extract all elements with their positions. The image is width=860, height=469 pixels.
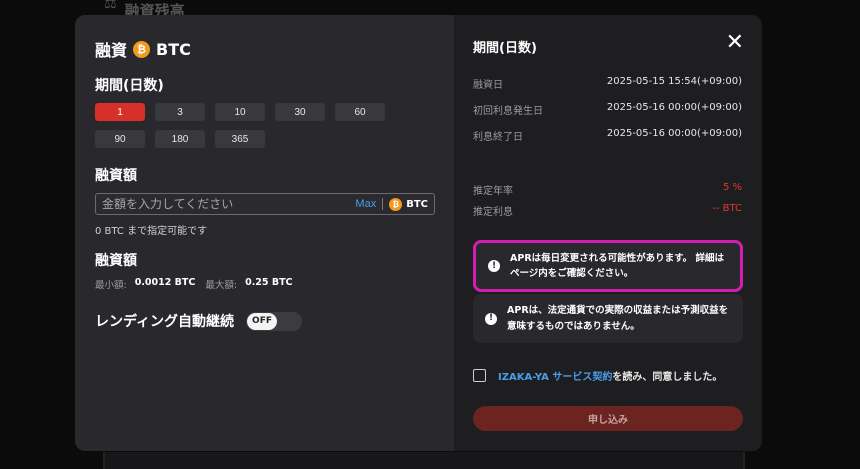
- auto-renew-row: レンディング自動継続 OFF: [95, 311, 434, 331]
- period-option-3[interactable]: 3: [155, 103, 205, 121]
- agreement-suffix: を読み、同意しました。: [612, 372, 723, 383]
- max-amount-label: 最大額:: [205, 280, 238, 291]
- first-interest-value: 2025-05-16 00:00(+09:00): [606, 102, 742, 113]
- apr-disclaimer-notice: ! APRは、法定通貨での実際の収益または予測収益を意味するものではありません。: [473, 294, 743, 343]
- interest-end-row: 利息終了日 2025-05-16 00:00(+09:00): [473, 128, 742, 143]
- apr-value: 5 %: [722, 182, 742, 193]
- close-icon[interactable]: ✕: [726, 32, 744, 54]
- interest-value: -- BTC: [712, 203, 742, 214]
- apr-disclaimer-text: APRは、法定通貨での実際の収益または予測収益を意味するものではありません。: [507, 305, 729, 332]
- unit-display: ₿ BTC: [389, 197, 428, 211]
- lending-modal: 融資 ₿ BTC 期間(日数) 13 10 30 60 90 180 365 融資額 Max…: [75, 15, 762, 451]
- service-agreement-link[interactable]: IZAKA-YA サービス契約: [498, 372, 612, 383]
- first-interest-row: 初回利息発生日 2025-05-16 00:00(+09:00): [473, 102, 742, 117]
- scale-icon: ⚖: [104, 0, 117, 12]
- apr-change-notice: ! APRは毎日変更される可能性があります。 詳細はページ内をご確認ください。: [473, 240, 743, 292]
- summary-title: 期間(日数): [473, 41, 537, 56]
- alert-icon: !: [488, 260, 500, 272]
- available-amount-text: 0 BTC まで指定可能です: [95, 226, 208, 237]
- max-amount-value: 0.25 BTC: [245, 277, 293, 288]
- loan-date-row: 融資日 2025-05-15 15:54(+09:00): [473, 76, 742, 91]
- period-option-10[interactable]: 10: [215, 103, 265, 121]
- interest-row: 推定利息 -- BTC: [473, 203, 742, 218]
- auto-renew-toggle[interactable]: OFF: [246, 311, 303, 331]
- bitcoin-icon: ₿: [133, 40, 151, 58]
- first-interest-label: 初回利息発生日: [473, 106, 543, 117]
- toggle-state: OFF: [247, 312, 278, 330]
- unit-label: BTC: [406, 198, 428, 210]
- min-amount-label: 最小額:: [95, 280, 127, 291]
- modal-title-text: 融資: [95, 41, 128, 60]
- modal-title: 融資 ₿ BTC: [95, 37, 434, 61]
- period-option-30[interactable]: 30: [275, 103, 325, 121]
- period-option-90[interactable]: 90: [95, 130, 145, 148]
- limits-label: 融資額: [95, 253, 137, 269]
- loan-date-label: 融資日: [473, 80, 503, 91]
- period-options: 1 3 10 30 60 90 180 365: [95, 103, 434, 148]
- period-option-180[interactable]: 180: [155, 130, 205, 148]
- background-title-text: 融資残高: [124, 2, 185, 16]
- amount-field: Max ₿ BTC: [95, 193, 435, 215]
- apr-row: 推定年率 5 %: [473, 182, 742, 197]
- interest-label: 推定利息: [473, 207, 513, 218]
- agreement-checkbox[interactable]: [473, 369, 486, 382]
- amount-limits: 最小額: 0.0012 BTC 最大額: 0.25 BTC: [95, 277, 434, 291]
- apr-change-notice-text: APRは毎日変更される可能性があります。 詳細はページ内をご確認ください。: [510, 252, 724, 279]
- apr-label: 推定年率: [473, 186, 513, 197]
- agreement-text: IZAKA-YA サービス契約を読み、同意しました。: [498, 368, 722, 383]
- divider: [382, 198, 384, 210]
- auto-renew-label: レンディング自動継続: [95, 314, 235, 330]
- alert-icon: !: [485, 312, 497, 325]
- modal-title-currency: BTC: [156, 39, 191, 59]
- loan-date-value: 2025-05-15 15:54(+09:00): [606, 76, 742, 87]
- bitcoin-icon: ₿: [389, 197, 403, 211]
- background-panel: [103, 452, 745, 469]
- interest-end-label: 利息終了日: [473, 132, 523, 143]
- period-option-1[interactable]: 1: [95, 103, 145, 121]
- lending-form-panel: 融資 ₿ BTC 期間(日数) 13 10 30 60 90 180 365 融資額 Max…: [75, 15, 454, 451]
- submit-button[interactable]: 申し込み: [473, 406, 743, 431]
- period-label: 期間(日数): [95, 78, 164, 94]
- summary-panel: 期間(日数) ✕ 融資日 2025-05-15 15:54(+09:00) 初回…: [454, 15, 762, 451]
- amount-input[interactable]: [102, 197, 356, 211]
- max-button[interactable]: Max: [355, 198, 376, 210]
- period-option-365[interactable]: 365: [215, 130, 265, 148]
- period-option-60[interactable]: 60: [335, 103, 385, 121]
- agreement-row: IZAKA-YA サービス契約を読み、同意しました。: [473, 368, 722, 383]
- background-page-title: ⚖ 融資残高: [104, 0, 185, 16]
- amount-label: 融資額: [95, 168, 137, 184]
- interest-end-value: 2025-05-16 00:00(+09:00): [606, 128, 742, 139]
- min-amount-value: 0.0012 BTC: [134, 277, 196, 288]
